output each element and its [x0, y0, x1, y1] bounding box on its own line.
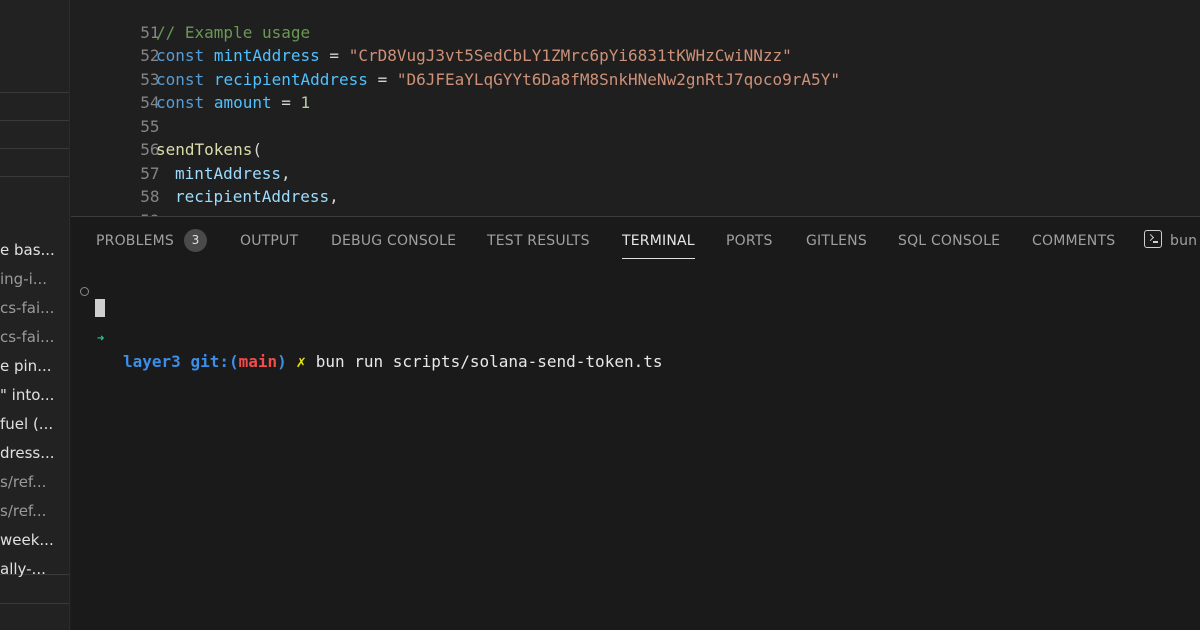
prompt-git-label: git:(	[190, 352, 239, 371]
tab-output[interactable]: OUTPUT	[240, 217, 298, 263]
keyword: const	[156, 93, 205, 112]
comma: ,	[280, 163, 291, 183]
sidebar-divider	[0, 120, 69, 121]
comma: ,	[329, 187, 339, 206]
sidebar-item[interactable]: ally-...	[0, 555, 69, 584]
problems-count-badge: 3	[184, 229, 208, 252]
terminal-output[interactable]: ➜ layer3 git:(main) ✗ bun run scripts/so…	[71, 275, 1200, 371]
tab-comments[interactable]: COMMENTS	[1032, 217, 1115, 263]
code-line: 59 recipientAddress,	[71, 185, 339, 216]
prompt-directory: layer3	[123, 352, 181, 371]
prompt-branch: main	[238, 352, 278, 371]
prompt-git-close: )	[277, 352, 287, 371]
terminal-command: bun run scripts/solana-send-token.ts	[315, 352, 663, 371]
code-editor[interactable]: 51 52 // Example usage 53 const mintAddr…	[71, 0, 1200, 216]
sidebar-item[interactable]: week...	[0, 526, 69, 555]
code-line: 53 const mintAddress = "CrD8VugJ3vt5SedC…	[71, 44, 792, 89]
sidebar-item[interactable]: fuel (...	[0, 410, 69, 439]
dirty-indicator-icon: ✗	[296, 352, 307, 371]
number-literal: 1	[300, 93, 311, 112]
terminal-instance-label: bun	[1170, 233, 1198, 249]
terminal-icon	[1144, 230, 1162, 248]
terminal-line: ➜ layer3 git:(main) ✗ bun run scripts/so…	[71, 278, 1200, 371]
sidebar-item[interactable]: cs-fai...	[0, 294, 69, 323]
line-number: 59	[110, 209, 159, 217]
code-line: 55 const amount = 1	[71, 91, 310, 136]
tab-test-results[interactable]: TEST RESULTS	[487, 217, 590, 263]
string-literal: "CrD8VugJ3vt5SedCbLY1ZMrc6pYi6831tKWHzCw…	[348, 46, 792, 65]
tab-sql-console[interactable]: SQL CONSOLE	[898, 217, 1000, 263]
command-status-icon	[80, 287, 89, 296]
sidebar-divider	[0, 148, 69, 149]
identifier: amount	[213, 93, 272, 112]
operator: =	[271, 93, 301, 112]
sidebar-item[interactable]: s/ref...	[0, 468, 69, 497]
sidebar-divider	[0, 176, 69, 177]
tab-gitlens[interactable]: GITLENS	[806, 217, 867, 263]
code-line: 58 mintAddress,	[71, 162, 290, 207]
identifier: mintAddress	[213, 46, 320, 65]
operator: =	[367, 69, 397, 89]
argument: recipientAddress	[175, 187, 330, 206]
code-line: 52 // Example usage	[71, 21, 310, 66]
function-name: sendTokens	[156, 140, 253, 159]
operator: =	[319, 46, 349, 65]
tab-terminal[interactable]: TERMINAL	[622, 217, 695, 263]
tab-problems[interactable]: PROBLEMS 3	[96, 217, 208, 263]
paren: (	[252, 140, 262, 159]
sidebar-item[interactable]: e bas...	[0, 236, 69, 265]
keyword: const	[156, 46, 205, 65]
tab-ports[interactable]: PORTS	[726, 217, 773, 263]
bottom-panel: PROBLEMS 3 OUTPUT DEBUG CONSOLE TEST RESU…	[71, 216, 1200, 630]
explorer-sidebar: e bas... ing-i... cs-fai... cs-fai... e …	[0, 0, 70, 630]
argument: mintAddress	[175, 163, 281, 183]
sidebar-divider	[0, 92, 69, 93]
code-line: 51	[71, 0, 159, 42]
code-line: 56	[71, 115, 159, 159]
sidebar-item[interactable]: e pin...	[0, 352, 69, 381]
terminal-instance-bun[interactable]: bun	[1144, 217, 1197, 263]
sidebar-item[interactable]: s/ref...	[0, 497, 69, 526]
code-comment: // Example usage	[156, 22, 311, 42]
panel-tabs: PROBLEMS 3 OUTPUT DEBUG CONSOLE TEST RESU…	[71, 217, 1200, 263]
sidebar-item[interactable]: " into...	[0, 381, 69, 410]
identifier: recipientAddress	[213, 69, 368, 89]
sidebar-divider	[0, 603, 69, 604]
terminal-cursor	[95, 299, 105, 317]
sidebar-item[interactable]: ing-i...	[0, 265, 69, 294]
code-line: 57 sendTokens(	[71, 138, 262, 183]
tab-label: PROBLEMS	[96, 233, 175, 249]
sidebar-item[interactable]: cs-fai...	[0, 323, 69, 352]
tab-debug-console[interactable]: DEBUG CONSOLE	[331, 217, 456, 263]
prompt-arrow-icon: ➜	[97, 331, 105, 345]
sidebar-item[interactable]: dress...	[0, 439, 69, 468]
code-line: 54 const recipientAddress = "D6JFEaYLqGY…	[71, 68, 840, 113]
keyword: const	[156, 69, 205, 89]
string-literal: "D6JFEaYLqGYYt6Da8fM8SnkHNeNw2gnRtJ7qoco…	[396, 69, 840, 89]
